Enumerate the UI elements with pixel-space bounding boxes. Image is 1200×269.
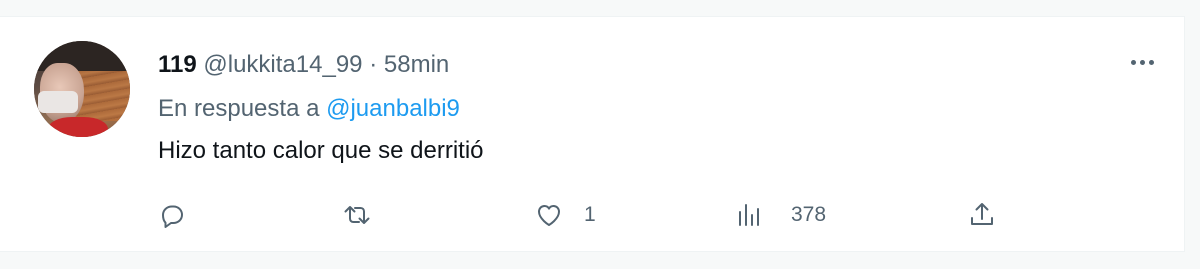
reply-icon [162, 205, 183, 228]
tweet-text: Hizo tanto calor que se derritió [158, 137, 484, 164]
reply-button[interactable] [157, 199, 187, 231]
user-handle[interactable]: @lukkita14_99 [203, 51, 362, 78]
views-icon [739, 204, 759, 226]
share-button[interactable] [967, 199, 997, 231]
retweet-icon [344, 206, 370, 224]
avatar[interactable] [34, 41, 130, 137]
more-options-icon[interactable] [1124, 51, 1160, 73]
reply-context: En respuesta a @juanbalbi9 [158, 95, 460, 123]
retweet-button[interactable] [342, 199, 372, 231]
tweet-card[interactable]: 119 @lukkita14_99 · 58min En respuesta a… [0, 16, 1185, 252]
display-name[interactable]: 119 [158, 51, 197, 78]
views-button[interactable]: 378 [735, 199, 826, 231]
tweet-header: 119 @lukkita14_99 · 58min [158, 51, 449, 79]
heart-icon [538, 205, 560, 226]
share-icon [971, 203, 993, 225]
like-button[interactable]: 1 [534, 199, 596, 231]
reply-mention-link[interactable]: @juanbalbi9 [326, 95, 460, 122]
separator-dot: · [369, 51, 378, 78]
tweet-time[interactable]: 58min [384, 51, 449, 78]
views-count: 378 [791, 203, 827, 226]
like-count: 1 [584, 203, 596, 226]
reply-prefix: En respuesta a [158, 95, 320, 122]
